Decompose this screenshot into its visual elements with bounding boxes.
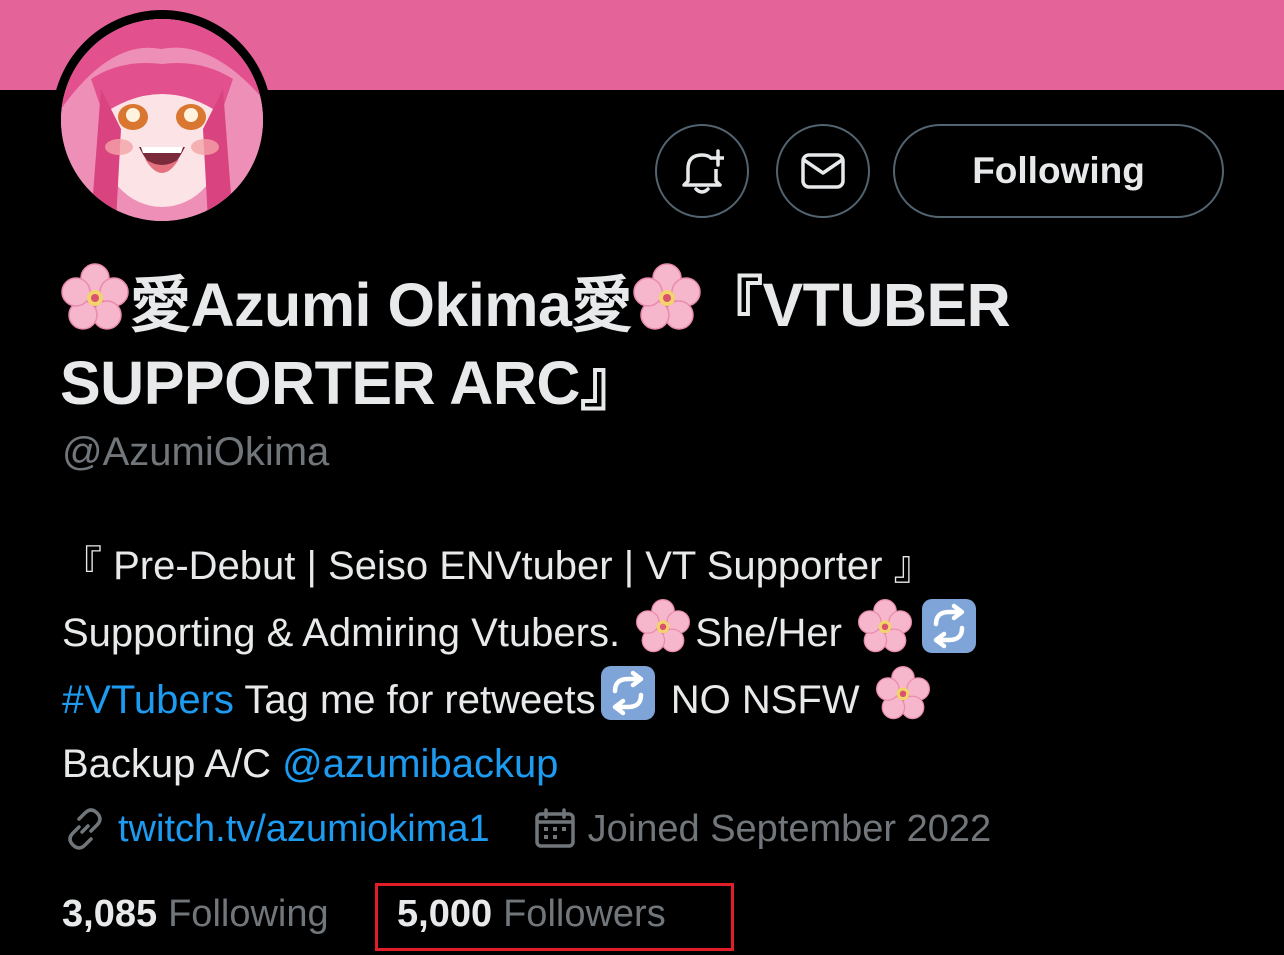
bell-plus-icon bbox=[682, 149, 724, 194]
notifications-button[interactable] bbox=[655, 124, 749, 218]
bio-text: NO NSFW bbox=[670, 678, 860, 722]
bio-line-2: Supporting & Admiring Vtubers. She/Her bbox=[62, 598, 1242, 665]
avatar[interactable] bbox=[61, 19, 263, 221]
cherry-blossom-icon bbox=[858, 599, 913, 653]
bio-text: Tag me for retweets bbox=[244, 678, 596, 722]
profile-page: Following 愛Azumi Okima愛 『VTUBER SUPPORTE… bbox=[0, 0, 1284, 955]
joined-item: Joined September 2022 bbox=[534, 807, 992, 851]
bio-line-3: #VTubers Tag me for retweets NO NSFW bbox=[62, 665, 1242, 732]
following-button[interactable]: Following bbox=[893, 124, 1224, 218]
bio-text: Supporting & Admiring Vtubers. bbox=[62, 611, 621, 655]
profile-actions bbox=[655, 124, 870, 218]
avatar-ring bbox=[52, 10, 272, 230]
repeat-arrows-icon bbox=[922, 599, 977, 653]
following-count: 3,085 bbox=[62, 893, 158, 935]
hashtag-link[interactable]: #VTubers bbox=[62, 678, 234, 722]
link-icon bbox=[68, 808, 102, 850]
bio-line-1: 『 Pre-Debut | Seiso ENVtuber | VT Suppor… bbox=[62, 544, 934, 588]
highlight-box bbox=[375, 883, 734, 951]
profile-handle: @AzumiOkima bbox=[62, 430, 330, 474]
display-name-part1: 愛Azumi Okima愛 bbox=[130, 271, 632, 339]
following-label: Following bbox=[168, 893, 329, 935]
joined-date: Joined September 2022 bbox=[587, 807, 992, 850]
website-link[interactable]: twitch.tv/azumiokima1 bbox=[118, 808, 490, 851]
cherry-blossom-icon bbox=[61, 263, 129, 330]
message-button[interactable] bbox=[776, 124, 870, 218]
cherry-blossom-icon bbox=[875, 666, 930, 720]
website-item: twitch.tv/azumiokima1 bbox=[62, 806, 490, 852]
cherry-blossom-icon bbox=[633, 263, 701, 330]
display-name: 愛Azumi Okima愛 『VTUBER SUPPORTER ARC』 bbox=[60, 262, 1240, 422]
mail-icon bbox=[801, 153, 845, 189]
mention-link[interactable]: @azumibackup bbox=[282, 742, 558, 786]
bio-pronouns: She/Her bbox=[695, 611, 842, 655]
repeat-arrows-icon bbox=[600, 666, 655, 720]
profile-bio: 『 Pre-Debut | Seiso ENVtuber | VT Suppor… bbox=[62, 534, 1242, 796]
bio-text: Backup A/C bbox=[62, 742, 272, 786]
cherry-blossom-icon bbox=[636, 599, 691, 653]
bio-line-4: Backup A/C @azumibackup bbox=[62, 732, 1242, 796]
following-stat[interactable]: 3,085 Following bbox=[62, 893, 329, 936]
profile-meta: twitch.tv/azumiokima1 Joined September 2… bbox=[62, 806, 991, 852]
calendar-icon bbox=[534, 808, 575, 848]
